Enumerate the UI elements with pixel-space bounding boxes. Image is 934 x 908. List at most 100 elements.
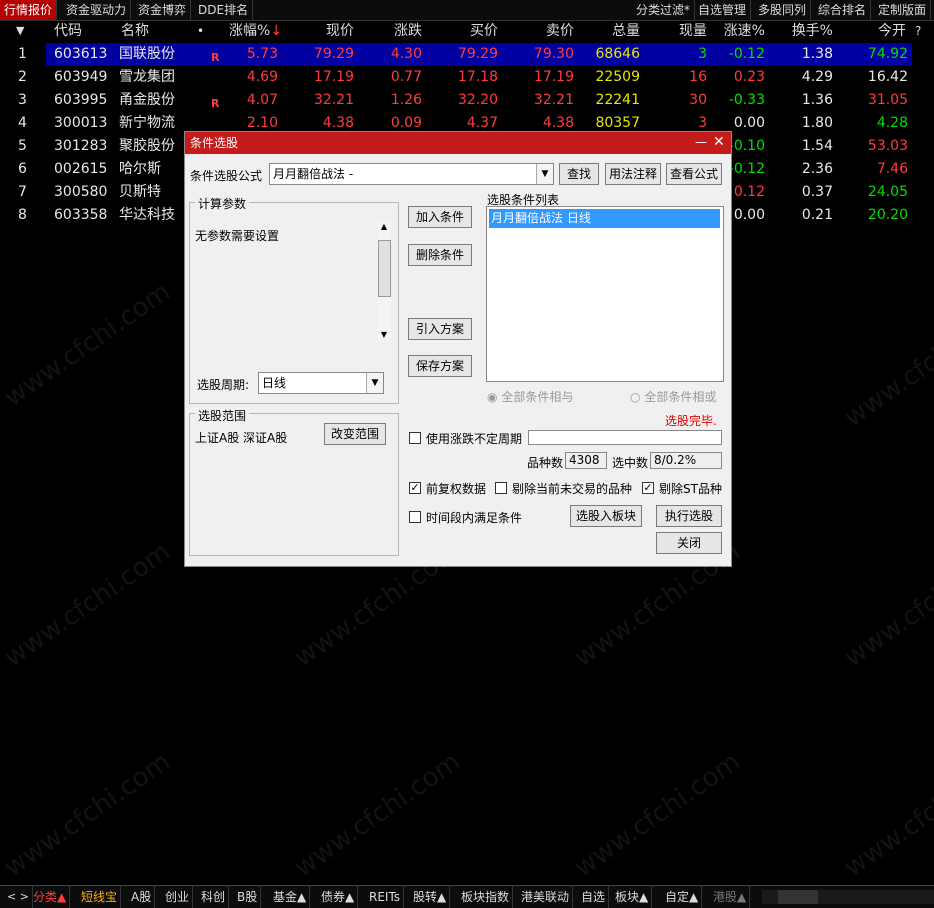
col-name[interactable]: 名称 — [121, 22, 149, 40]
tab-category-filter[interactable]: 分类过滤* — [632, 0, 696, 20]
dialog-title-bar[interactable]: 条件选股 — ✕ — [185, 132, 731, 154]
tab-capital-game[interactable]: 资金博弈 — [134, 0, 192, 20]
bottom-tab-14[interactable]: 自定▲ — [662, 886, 703, 908]
bottom-tab-8[interactable]: REITs — [366, 886, 405, 908]
period-input[interactable] — [528, 430, 722, 445]
scroll-thumb[interactable] — [778, 890, 818, 904]
radio-icon: ○ — [630, 390, 641, 404]
formula-select[interactable]: 月月翻倍战法 - ▼ — [269, 163, 554, 185]
table-row[interactable]: 1 603613 国联股份 R 5.73 79.29 4.30 79.29 79.30 68646… — [0, 43, 934, 66]
radio-all-and[interactable]: ◉ 全部条件相与 — [487, 388, 573, 405]
row-name: 华达科技 — [119, 207, 175, 223]
tab-custom-layout[interactable]: 定制版面 — [874, 0, 932, 20]
close-button[interactable]: 关闭 — [656, 532, 722, 554]
stock-screener-dialog: 条件选股 — ✕ 条件选股公式 月月翻倍战法 - ▼ 查找 用法注释 查看公式 … — [184, 131, 732, 567]
tab-quotes[interactable]: 行情报价 — [0, 0, 58, 20]
prev-adjust-checkbox[interactable]: ✓ — [409, 482, 421, 494]
import-plan-button[interactable]: 引入方案 — [408, 318, 472, 340]
tab-watchlist-manage[interactable]: 自选管理 — [694, 0, 752, 20]
help-icon[interactable]: ? — [915, 22, 921, 40]
bottom-tab-4[interactable]: 科创 — [198, 886, 230, 908]
table-row[interactable]: 3 603995 甬金股份 R 4.07 32.21 1.26 32.20 32.21 22241… — [0, 89, 934, 112]
exclude-st-checkbox[interactable]: ✓ — [642, 482, 654, 494]
delete-condition-button[interactable]: 删除条件 — [408, 244, 472, 266]
execute-button[interactable]: 执行选股 — [656, 505, 722, 527]
bottom-tab-15[interactable]: 港股▲ — [710, 886, 751, 908]
col-open[interactable]: 今开 — [866, 22, 906, 40]
col-cur-volume[interactable]: 现量 — [667, 22, 707, 40]
row-change-pct: 4.69 — [246, 69, 278, 85]
tab-dde-rank[interactable]: DDE排名 — [194, 0, 254, 20]
radio-all-or[interactable]: ○ 全部条件相或 — [630, 388, 716, 405]
row-cur-volume: 30 — [689, 92, 707, 108]
bottom-tab-1[interactable]: 短线宝 — [78, 886, 122, 908]
change-range-button[interactable]: 改变范围 — [324, 423, 386, 445]
add-condition-button[interactable]: 加入条件 — [408, 206, 472, 228]
time-range-checkbox[interactable] — [409, 511, 421, 523]
row-change: 4.30 — [390, 46, 422, 62]
exclude-st-label: 剔除ST品种 — [659, 482, 722, 496]
row-change-pct: 4.07 — [246, 92, 278, 108]
scroll-down-icon[interactable]: ▼ — [377, 330, 391, 339]
params-scrollbar[interactable]: ▲ ▼ — [377, 222, 391, 342]
nav-arrows-icon[interactable]: < > — [4, 886, 33, 908]
usage-notes-button[interactable]: 用法注释 — [605, 163, 661, 185]
bottom-tab-5[interactable]: B股 — [234, 886, 262, 908]
row-cur-volume: 16 — [689, 69, 707, 85]
condition-list[interactable]: 月月翻倍战法 日线 — [486, 206, 724, 382]
row-change: 1.26 — [390, 92, 422, 108]
bottom-tab-0[interactable]: 分类▲ — [30, 886, 71, 908]
col-change[interactable]: 涨跌 — [384, 22, 422, 40]
bottom-tab-12[interactable]: 自选 — [578, 886, 610, 908]
row-name: 雪龙集团 — [119, 69, 175, 85]
row-ask: 32.21 — [533, 92, 574, 108]
row-price: 32.21 — [313, 92, 354, 108]
watermark: www.cfchi.com — [839, 746, 934, 884]
chevron-down-icon[interactable]: ▼ — [366, 373, 383, 393]
list-item[interactable]: 月月翻倍战法 日线 — [489, 209, 720, 228]
col-change-pct[interactable]: 涨幅%↓ — [229, 22, 282, 40]
selected-label: 选中数 — [612, 456, 649, 470]
bottom-tab-9[interactable]: 股转▲ — [410, 886, 451, 908]
row-speed: 0.23 — [733, 69, 765, 85]
col-turnover[interactable]: 换手% — [783, 22, 833, 40]
save-plan-button[interactable]: 保存方案 — [408, 355, 472, 377]
exclude-untraded-checkbox[interactable] — [495, 482, 507, 494]
col-ask[interactable]: 卖价 — [534, 22, 574, 40]
minimize-icon[interactable]: — — [695, 131, 707, 153]
col-speed[interactable]: 涨速% — [715, 22, 765, 40]
watermark: www.cfchi.com — [569, 746, 746, 884]
horizontal-scrollbar[interactable] — [762, 890, 934, 904]
bottom-tab-10[interactable]: 板块指数 — [458, 886, 514, 908]
row-cur-volume: 3 — [698, 46, 707, 62]
col-price[interactable]: 现价 — [310, 22, 354, 40]
bottom-tab-7[interactable]: 债券▲ — [318, 886, 359, 908]
sort-arrow-icon[interactable]: ▼ — [16, 22, 24, 40]
scroll-up-icon[interactable]: ▲ — [377, 222, 391, 231]
bottom-tab-2[interactable]: A股 — [128, 886, 156, 908]
row-volume: 22509 — [595, 69, 640, 85]
col-code[interactable]: 代码 — [54, 22, 82, 40]
bottom-tab-13[interactable]: 板块▲ — [612, 886, 653, 908]
bottom-tab-11[interactable]: 港美联动 — [518, 886, 574, 908]
tab-capital-drive[interactable]: 资金驱动力 — [62, 0, 132, 20]
chevron-down-icon[interactable]: ▼ — [536, 164, 553, 184]
bottom-tab-6[interactable]: 基金▲ — [270, 886, 311, 908]
close-icon[interactable]: ✕ — [713, 131, 725, 153]
find-button[interactable]: 查找 — [559, 163, 599, 185]
row-code: 300013 — [54, 115, 108, 131]
bottom-tab-3[interactable]: 创业 — [162, 886, 194, 908]
to-block-button[interactable]: 选股入板块 — [570, 505, 642, 527]
range-group-label: 选股范围 — [195, 407, 250, 424]
row-volume: 22241 — [595, 92, 640, 108]
tab-overall-rank[interactable]: 综合排名 — [814, 0, 872, 20]
view-formula-button[interactable]: 查看公式 — [666, 163, 722, 185]
period-select[interactable]: 日线 ▼ — [258, 372, 384, 394]
use-period-checkbox[interactable] — [409, 432, 421, 444]
col-volume[interactable]: 总量 — [600, 22, 640, 40]
status-text: 选股完毕. — [665, 414, 717, 428]
col-bid[interactable]: 买价 — [458, 22, 498, 40]
table-row[interactable]: 2 603949 雪龙集团 4.69 17.19 0.77 17.18 17.19 22509 1… — [0, 66, 934, 89]
scroll-thumb[interactable] — [378, 240, 391, 297]
tab-multi-stock[interactable]: 多股同列 — [754, 0, 812, 20]
